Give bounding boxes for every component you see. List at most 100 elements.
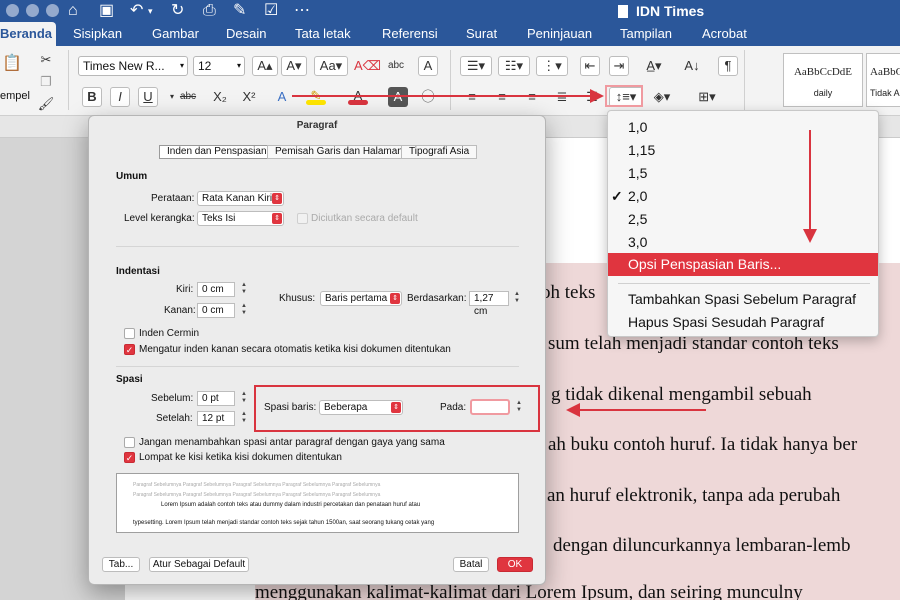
change-case-button[interactable]: Aa▾ [314, 56, 348, 76]
undo-icon[interactable]: ↶ [130, 1, 143, 21]
zoom-window-button[interactable] [46, 4, 59, 17]
character-shading-icon[interactable]: A [388, 87, 408, 107]
sort-icon[interactable]: A↓ [682, 56, 702, 76]
mirror-indents-checkbox[interactable] [124, 328, 135, 339]
strikethrough-button[interactable]: abc [178, 87, 198, 107]
left-indent-field[interactable]: 0 cm [197, 282, 235, 297]
clear-formatting-icon[interactable]: A⌫ [354, 56, 381, 76]
undo-dropdown-icon[interactable]: ▾ [148, 1, 153, 21]
line-spacing-options-item[interactable]: Opsi Penspasian Baris... [608, 253, 878, 276]
copy-icon[interactable]: ❐ [36, 72, 56, 92]
ribbon: 📋 empel ✂ ❐ 🖌 Times New R... ▾ 12 ▾ A▴ A▾ … [0, 46, 900, 116]
mirror-indents-label: Inden Cermin [139, 328, 200, 339]
enclose-characters-icon[interactable]: ㊀ [418, 87, 438, 107]
tab-desain[interactable]: Desain [222, 22, 270, 46]
special-select[interactable]: Baris pertama ⇕ [320, 291, 402, 306]
style-card-daily[interactable]: AaBbCcDdE daily [783, 53, 863, 107]
shading-icon[interactable]: ◈▾ [652, 87, 672, 107]
format-painter-icon[interactable]: 🖌 [36, 94, 56, 114]
spacing-before-stepper[interactable]: ▲ ▼ [240, 391, 248, 406]
tab-line-page-breaks[interactable]: Pemisah Garis dan Halaman [267, 145, 411, 159]
superscript-button[interactable]: X² [239, 87, 259, 107]
bullets-button[interactable]: ☰▾ [460, 56, 492, 76]
dont-add-space-checkbox[interactable] [124, 437, 135, 448]
paste-label[interactable]: empel [0, 90, 30, 102]
add-space-before-item[interactable]: Tambahkan Spasi Sebelum Paragraf [608, 288, 878, 311]
cut-icon[interactable]: ✂ [36, 50, 56, 70]
borders-icon[interactable]: ⊞▾ [690, 87, 724, 107]
print-icon[interactable]: ⎙ [203, 1, 216, 21]
tab-indents-spacing[interactable]: Inden dan Penspasian [159, 145, 275, 159]
tabs-button[interactable]: Tab... [102, 557, 140, 572]
tab-surat[interactable]: Surat [462, 22, 501, 46]
underline-button[interactable]: U [138, 87, 158, 107]
collapsed-default-checkbox[interactable] [297, 213, 308, 224]
font-name-select[interactable]: Times New R... ▾ [78, 56, 188, 76]
character-border-button[interactable]: A [418, 56, 438, 76]
auto-right-indent-checkbox[interactable]: ✓ [124, 344, 135, 355]
cancel-button[interactable]: Batal [453, 557, 489, 572]
justify-icon[interactable]: ≣ [552, 87, 572, 107]
increase-indent-button[interactable]: ⇥ [609, 56, 629, 76]
alignment-select[interactable]: Rata Kanan Kiri ⇕ [197, 191, 284, 206]
tab-asian-typography[interactable]: Tipografi Asia [401, 145, 478, 159]
align-center-icon[interactable]: ≡ [492, 87, 512, 107]
by-field[interactable]: 1,27 cm [469, 291, 509, 317]
multilevel-list-button[interactable]: ⋮▾ [536, 56, 568, 76]
save-icon[interactable]: ▣ [99, 1, 114, 21]
tab-tampilan[interactable]: Tampilan [616, 22, 676, 46]
line-spacing-option[interactable]: 1,15 [608, 139, 878, 162]
check-icon[interactable]: ☑ [264, 1, 278, 21]
line-spacing-option[interactable]: 3,0 [608, 231, 878, 254]
spacing-before-field[interactable]: 0 pt [197, 391, 235, 406]
spacing-after-stepper[interactable]: ▲ ▼ [240, 411, 248, 426]
tab-tata-letak[interactable]: Tata letak [291, 22, 355, 46]
numbering-button[interactable]: ☷▾ [498, 56, 530, 76]
line-spacing-option[interactable]: 1,0 [608, 116, 878, 139]
snap-to-grid-checkbox[interactable]: ✓ [124, 452, 135, 463]
redo-icon[interactable]: ↻ [171, 1, 184, 21]
outline-level-select[interactable]: Teks Isi ⇕ [197, 211, 284, 226]
arrow-left-icon [566, 403, 580, 417]
show-formatting-button[interactable]: ¶ [718, 56, 738, 76]
style-card-no-spacing[interactable]: AaBbC Tidak A [866, 53, 900, 107]
tab-peninjauan[interactable]: Peninjauan [523, 22, 596, 46]
line-spacing-option[interactable]: 2,5 [608, 208, 878, 231]
tab-referensi[interactable]: Referensi [378, 22, 442, 46]
arrow-right-icon [590, 89, 604, 103]
shrink-font-button[interactable]: A▾ [281, 56, 307, 76]
align-right-icon[interactable]: ≡ [522, 87, 542, 107]
edit-icon[interactable]: ✎ [233, 1, 246, 21]
remove-space-after-item[interactable]: Hapus Spasi Sesudah Paragraf [608, 311, 878, 334]
right-indent-field[interactable]: 0 cm [197, 303, 235, 318]
italic-button[interactable]: I [110, 87, 130, 107]
spacing-after-field[interactable]: 12 pt [197, 411, 235, 426]
right-indent-stepper[interactable]: ▲ ▼ [240, 303, 248, 318]
subscript-button[interactable]: X₂ [210, 87, 230, 107]
line-spacing-option[interactable]: 1,5 [608, 162, 878, 185]
phonetic-guide-icon[interactable]: abc [386, 56, 406, 76]
left-indent-stepper[interactable]: ▲ ▼ [240, 282, 248, 297]
line-spacing-option-selected[interactable]: ✓ 2,0 [608, 185, 878, 208]
tab-gambar[interactable]: Gambar [148, 22, 203, 46]
bold-button[interactable]: B [82, 87, 102, 107]
align-left-icon[interactable]: ≡ [462, 87, 482, 107]
tab-sisipkan[interactable]: Sisipkan [69, 22, 126, 46]
grow-font-button[interactable]: A▴ [252, 56, 278, 76]
by-stepper[interactable]: ▲ ▼ [513, 291, 521, 306]
decrease-indent-button[interactable]: ⇤ [580, 56, 600, 76]
minimize-window-button[interactable] [26, 4, 39, 17]
title-bar: ⌂ ▣ ↶ ▾ ↻ ⎙ ✎ ☑ ⋯ IDN Times [0, 0, 900, 22]
more-icon[interactable]: ⋯ [294, 1, 310, 21]
tab-beranda[interactable]: Beranda [0, 22, 57, 46]
ribbon-separator [68, 50, 69, 110]
font-size-select[interactable]: 12 ▾ [193, 56, 245, 76]
set-as-default-button[interactable]: Atur Sebagai Default [149, 557, 249, 572]
clipboard-icon[interactable]: 📋 [2, 54, 22, 74]
text-effects-icon[interactable]: A [272, 87, 292, 107]
home-icon[interactable]: ⌂ [68, 1, 78, 21]
tab-acrobat[interactable]: Acrobat [698, 22, 751, 46]
close-window-button[interactable] [6, 4, 19, 17]
asian-layout-icon[interactable]: A̲▾ [644, 56, 664, 76]
ok-button[interactable]: OK [497, 557, 533, 572]
